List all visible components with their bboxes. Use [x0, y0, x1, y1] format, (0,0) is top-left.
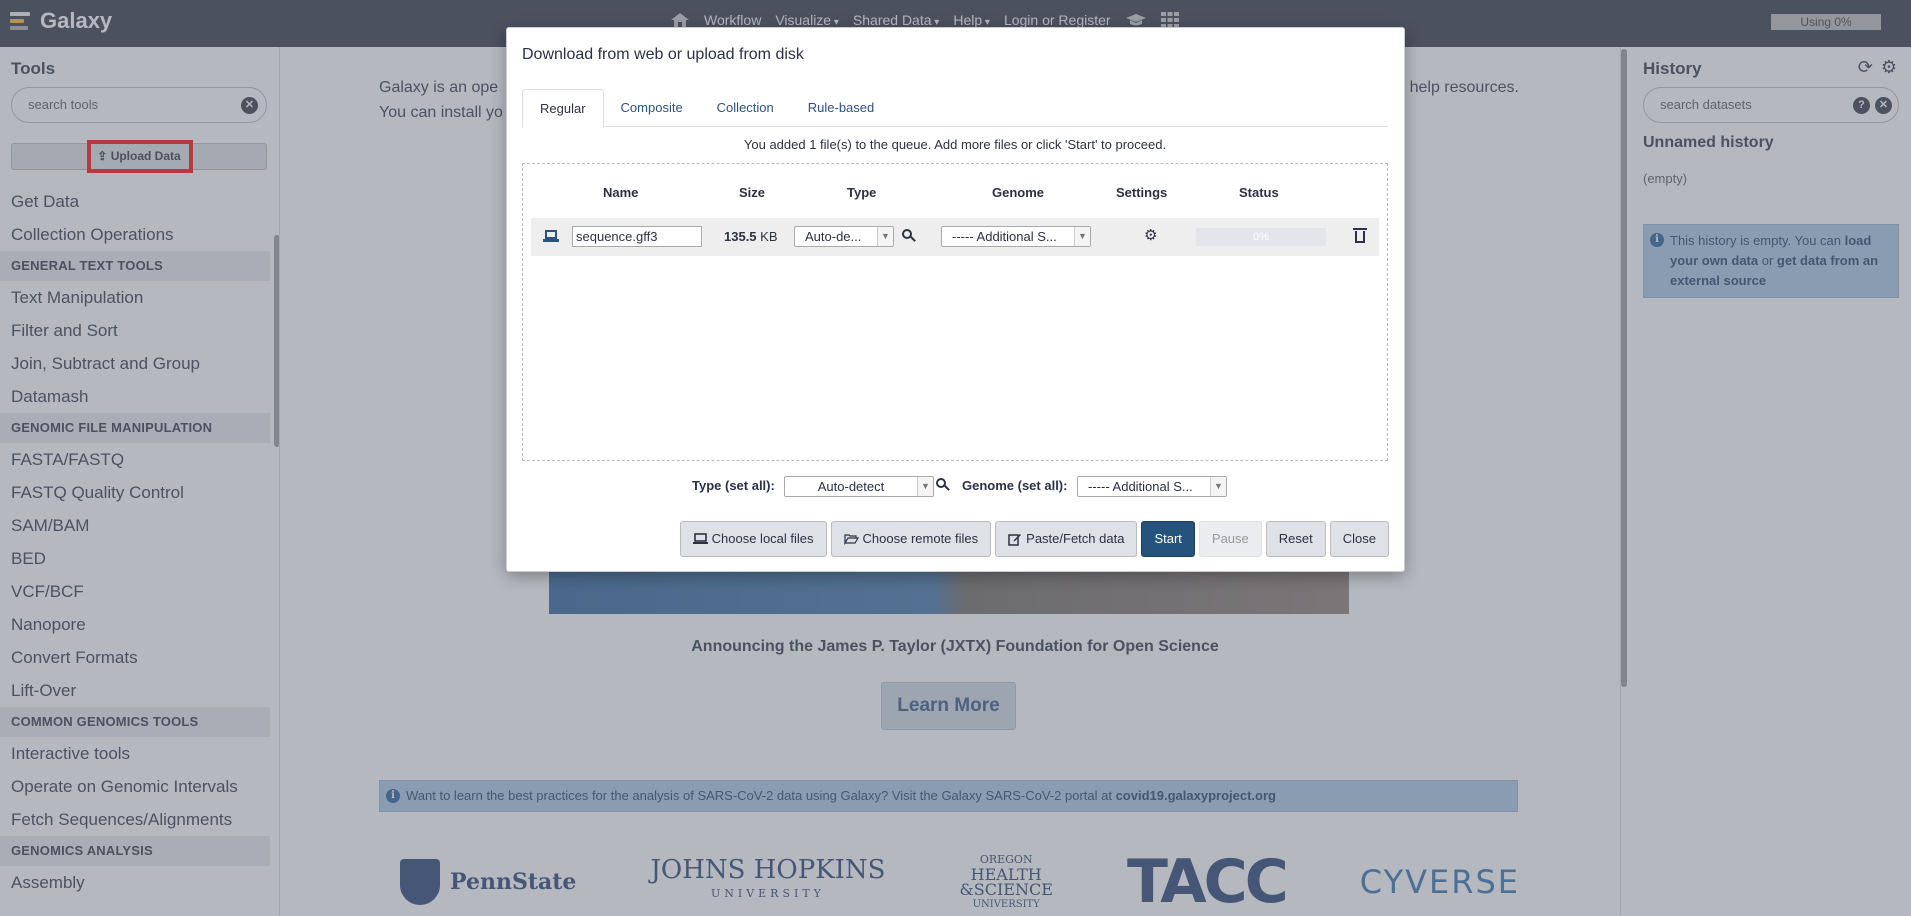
column-header-settings: Settings — [1116, 185, 1168, 200]
file-name-input[interactable]: sequence.gff3 — [572, 226, 702, 247]
choose-local-files-label: Choose local files — [711, 531, 814, 546]
column-header-status: Status — [1239, 185, 1279, 200]
column-header-name: Name — [603, 185, 639, 200]
tab-regular[interactable]: Regular — [522, 89, 604, 128]
file-genome-select[interactable]: ----- Additional S... ▼ — [941, 226, 1091, 247]
file-size-unit: KB — [760, 229, 778, 244]
chevron-down-icon: ▼ — [917, 477, 933, 496]
edit-icon — [1008, 534, 1022, 546]
type-set-all-label: Type (set all): — [692, 478, 775, 493]
search-icon[interactable] — [902, 229, 916, 243]
upload-file-row: sequence.gff3 135.5 KB Auto-de... ▼ ----… — [531, 218, 1379, 256]
search-icon[interactable] — [936, 478, 950, 492]
choose-local-files-button[interactable]: Choose local files — [679, 521, 827, 557]
upload-buttons: Choose local files Choose remote files P… — [679, 521, 1389, 557]
tab-collection[interactable]: Collection — [700, 89, 791, 127]
file-genome-value: ----- Additional S... — [952, 229, 1057, 244]
chevron-down-icon: ▼ — [1074, 227, 1090, 246]
column-header-size: Size — [739, 185, 766, 200]
file-type-value: Auto-de... — [805, 229, 862, 244]
file-size-value: 135.5 — [724, 229, 757, 244]
file-size: 135.5 KB — [724, 229, 778, 244]
chevron-down-icon: ▼ — [877, 227, 893, 246]
laptop-icon — [543, 230, 559, 242]
file-type-select[interactable]: Auto-de... ▼ — [794, 226, 894, 247]
upload-tabs: Regular Composite Collection Rule-based — [522, 89, 1388, 128]
pause-button[interactable]: Pause — [1198, 521, 1262, 557]
type-set-all-value: Auto-detect — [817, 479, 885, 494]
chevron-down-icon: ▼ — [1210, 477, 1226, 496]
queue-message: You added 1 file(s) to the queue. Add mo… — [743, 137, 1167, 152]
column-header-genome: Genome — [992, 185, 1045, 200]
tab-rule-based[interactable]: Rule-based — [791, 89, 892, 127]
trash-icon[interactable] — [1353, 228, 1367, 243]
paste-fetch-label: Paste/Fetch data — [1026, 531, 1125, 546]
type-set-all-select[interactable]: Auto-detect ▼ — [784, 476, 934, 497]
column-header-type: Type — [847, 185, 877, 200]
folder-open-icon — [843, 534, 859, 545]
laptop-icon — [692, 533, 708, 544]
genome-set-all-select[interactable]: ----- Additional S... ▼ — [1077, 476, 1227, 497]
upload-progress-bar: 0% — [1196, 228, 1326, 246]
start-button[interactable]: Start — [1141, 521, 1195, 557]
tab-composite[interactable]: Composite — [604, 89, 700, 127]
genome-set-all-value: ----- Additional S... — [1088, 479, 1193, 494]
set-all-controls: Type (set all): Auto-detect ▼ Genome (se… — [507, 475, 1406, 497]
upload-dialog-title: Download from web or upload from disk — [522, 46, 804, 63]
genome-set-all-label: Genome (set all): — [962, 478, 1068, 493]
settings-gear-icon[interactable]: ⚙ — [1144, 226, 1157, 244]
choose-remote-files-button[interactable]: Choose remote files — [830, 521, 992, 557]
upload-dropzone[interactable]: Name Size Type Genome Settings Status se… — [522, 163, 1388, 461]
paste-fetch-button[interactable]: Paste/Fetch data — [995, 521, 1138, 557]
close-button[interactable]: Close — [1329, 521, 1389, 557]
upload-dialog: Download from web or upload from disk Re… — [506, 27, 1405, 572]
reset-button[interactable]: Reset — [1265, 521, 1326, 557]
choose-remote-files-label: Choose remote files — [862, 531, 979, 546]
